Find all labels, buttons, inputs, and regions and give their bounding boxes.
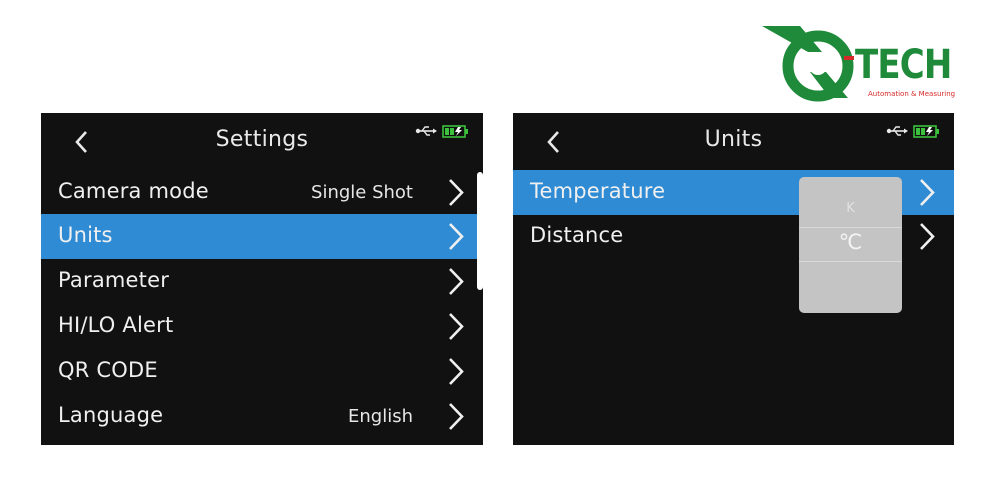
chevron-right-icon	[449, 313, 464, 340]
row-label: HI/LO Alert	[58, 313, 174, 337]
chevron-right-icon	[449, 403, 464, 430]
unit-option-celsius[interactable]: ℃	[799, 230, 902, 254]
chevron-right-icon	[449, 223, 464, 250]
row-label: Language	[58, 403, 164, 427]
usb-icon	[886, 126, 908, 136]
status-icons	[886, 125, 939, 138]
row-label: Parameter	[58, 268, 170, 292]
settings-screen: Settings Camera mode Single Shot Units P…	[41, 113, 483, 445]
settings-row-units[interactable]: Units	[41, 214, 483, 259]
row-value: Single Shot	[311, 182, 413, 203]
settings-row-parameter[interactable]: Parameter	[41, 259, 483, 304]
row-label: Temperature	[530, 179, 666, 203]
divider	[799, 261, 902, 262]
row-value: English	[348, 406, 413, 427]
logo-tagline: Automation & Measuring	[868, 90, 956, 98]
unit-option-kelvin[interactable]: K	[799, 201, 902, 216]
battery-charging-icon	[913, 125, 939, 138]
status-icons	[415, 125, 468, 138]
chevron-right-icon	[920, 179, 935, 206]
settings-row-qr-code[interactable]: QR CODE	[41, 349, 483, 394]
chevron-right-icon	[449, 358, 464, 385]
units-titlebar: Units	[513, 113, 954, 170]
temperature-unit-dropdown[interactable]: K ℃	[799, 177, 902, 313]
battery-charging-icon	[442, 125, 468, 138]
chevron-right-icon	[449, 268, 464, 295]
chevron-right-icon	[449, 179, 464, 206]
row-label: QR CODE	[58, 358, 158, 382]
divider	[799, 227, 902, 228]
qtech-logo: TECH Automation & Measuring	[760, 22, 960, 102]
row-label: Distance	[530, 223, 624, 247]
row-label: Camera mode	[58, 179, 209, 203]
usb-icon	[415, 126, 437, 136]
settings-row-camera-mode[interactable]: Camera mode Single Shot	[41, 170, 483, 215]
row-label: Units	[58, 223, 113, 247]
settings-titlebar: Settings	[41, 113, 483, 170]
scrollbar[interactable]	[477, 172, 483, 290]
settings-row-hilo-alert[interactable]: HI/LO Alert	[41, 304, 483, 349]
settings-row-language[interactable]: Language English	[41, 394, 483, 439]
units-screen: Units Temperature Distance K ℃	[513, 113, 954, 445]
chevron-right-icon	[920, 223, 935, 250]
logo-text: TECH	[855, 42, 952, 88]
